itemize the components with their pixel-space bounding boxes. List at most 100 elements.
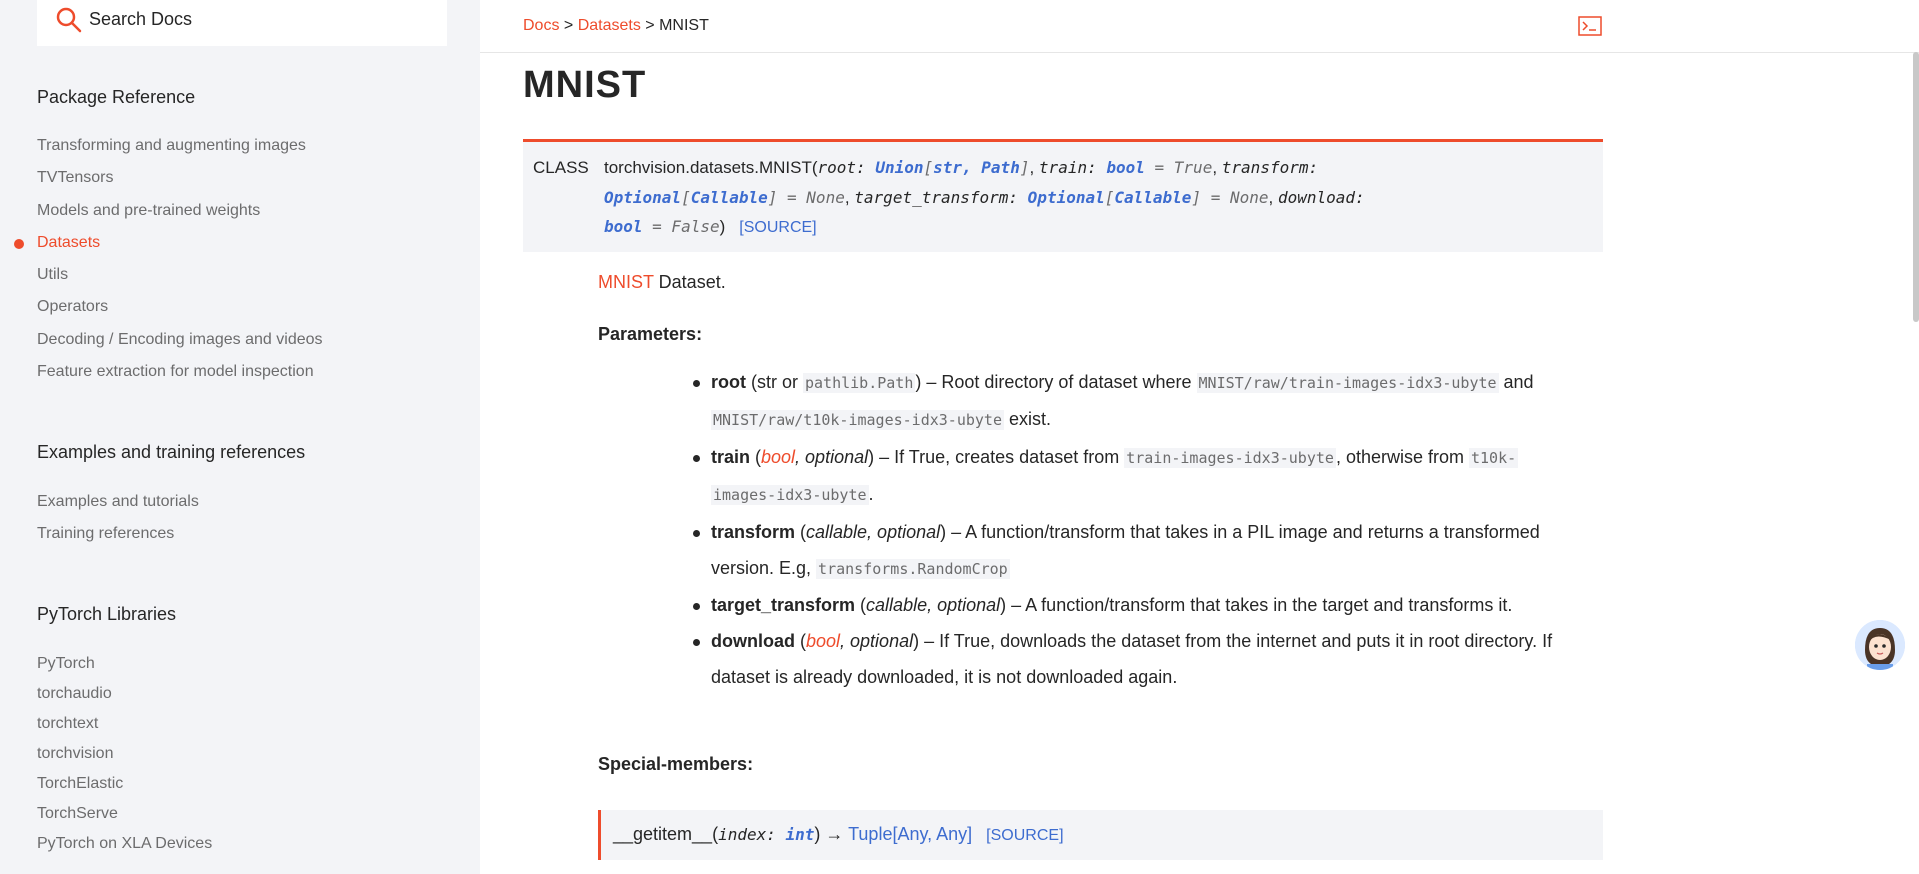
param-root-line2: MNIST/raw/t10k-images-idx3-ubyte exist. (711, 409, 1051, 430)
bullet (693, 603, 700, 610)
param-transform-name: transform (711, 522, 796, 542)
header-divider (480, 52, 1919, 53)
source-link[interactable]: [SOURCE] (739, 219, 816, 236)
sidebar-item-xla[interactable]: PyTorch on XLA Devices (37, 835, 212, 853)
sidebar-item-io[interactable]: Decoding / Encoding images and videos (37, 331, 323, 349)
param-target-transform-name: target_transform (711, 595, 856, 615)
param-target-transform: target_transform (callable, optional) – … (711, 595, 1513, 615)
mnist-link[interactable]: MNIST (598, 272, 654, 292)
member-return-args: [Any, Any] (892, 824, 973, 844)
search-icon (56, 7, 82, 33)
member-arg-type: int (785, 825, 815, 844)
param-root-type: (str or (746, 372, 803, 392)
param-download-name: download (711, 631, 795, 651)
param-transform-code: transforms.RandomCrop (816, 559, 1010, 579)
special-members-heading: Special-members: (598, 754, 754, 774)
member-return-type[interactable]: Tuple (848, 824, 892, 844)
param-download: download (bool, optional) – If True, dow… (711, 631, 1553, 651)
terminal-icon[interactable] (1578, 16, 1602, 36)
param-transform-desc: ) – A function/transform that takes in a… (940, 522, 1540, 542)
breadcrumb-datasets[interactable]: Datasets (578, 17, 641, 34)
breadcrumb-separator: > (563, 17, 574, 34)
param-download-optional: , optional (840, 631, 914, 651)
param-target-transform-type: callable, optional (866, 595, 1001, 615)
param-target-transform-desc: ) – A function/transform that takes in t… (1000, 595, 1513, 615)
param-train-desc: ) – If True, creates dataset from (868, 447, 1125, 467)
sidebar-item-feature-extraction[interactable]: Feature extraction for model inspection (37, 363, 314, 381)
sidebar-item-operators[interactable]: Operators (37, 298, 108, 316)
sidebar-item-examples-tutorials[interactable]: Examples and tutorials (37, 493, 199, 511)
sidebar-heading-examples: Examples and training references (37, 442, 306, 462)
sidebar-heading-package-reference: Package Reference (37, 87, 196, 107)
param-root: root (str or pathlib.Path) – Root direct… (711, 372, 1534, 393)
param-root-and: and (1498, 372, 1534, 392)
breadcrumb-separator: > (645, 17, 655, 34)
param-transform-desc2: version. E.g, (711, 558, 817, 578)
sidebar-item-torchelastic[interactable]: TorchElastic (37, 775, 123, 793)
param-transform-type: callable, optional (806, 522, 941, 542)
member-source-link[interactable]: [SOURCE] (986, 827, 1063, 844)
member-name: __getitem__( (613, 824, 719, 844)
assistant-avatar-icon[interactable] (1855, 620, 1905, 670)
param-train-type-link[interactable]: bool (761, 447, 795, 467)
member-arg: index: (718, 825, 786, 844)
param-transform-line2: version. E.g, transforms.RandomCrop (711, 558, 1010, 579)
sidebar-item-utils[interactable]: Utils (37, 266, 68, 284)
param-root-name: root (711, 372, 746, 392)
bullet (693, 455, 700, 462)
bullet (693, 380, 700, 387)
param-train-code2a: t10k- (1468, 448, 1519, 468)
param-train-name: train (711, 447, 751, 467)
sidebar-item-torchserve[interactable]: TorchServe (37, 805, 118, 823)
param-download-line2: dataset is already downloaded, it is not… (711, 667, 1177, 688)
search-input[interactable]: Search Docs (89, 9, 192, 30)
param-root-end: exist. (1003, 409, 1051, 429)
param-root-desc: ) – Root directory of dataset where (915, 372, 1197, 392)
sidebar-item-datasets[interactable]: Datasets (37, 234, 100, 252)
sidebar-item-pytorch[interactable]: PyTorch (37, 655, 95, 673)
sidebar-item-models[interactable]: Models and pre-trained weights (37, 202, 260, 220)
param-root-type-code: pathlib.Path (803, 373, 916, 393)
breadcrumb-docs[interactable]: Docs (523, 17, 559, 34)
param-train-code1: train-images-idx3-ubyte (1124, 448, 1336, 468)
getitem-text: __getitem__(index: int) → Tuple[Any, Any… (613, 824, 1064, 845)
breadcrumb-current: MNIST (659, 17, 709, 34)
sidebar-item-training-references[interactable]: Training references (37, 525, 174, 543)
getitem-signature: __getitem__(index: int) → Tuple[Any, Any… (598, 810, 1603, 860)
param-download-desc: ) – If True, downloads the dataset from … (913, 631, 1553, 651)
param-train-line2: images-idx3-ubyte. (711, 484, 874, 505)
parameters-heading: Parameters: (598, 324, 703, 344)
bullet (693, 639, 700, 646)
breadcrumb: Docs > Datasets > MNIST (523, 17, 709, 35)
signature-line-3: bool = False) [SOURCE] (604, 217, 817, 236)
param-root-code2: MNIST/raw/t10k-images-idx3-ubyte (711, 410, 1004, 430)
bullet (693, 530, 700, 537)
scrollbar[interactable] (1913, 52, 1919, 322)
signature-line-2: Optional[Callable] = None, target_transf… (604, 188, 1365, 207)
class-name: torchvision.datasets.MNIST( (604, 158, 818, 177)
sidebar-item-transforms[interactable]: Transforming and augmenting images (37, 137, 306, 155)
param-train-end: . (868, 484, 874, 504)
description-text: Dataset. (653, 272, 726, 292)
param-train: train (bool, optional) – If True, create… (711, 447, 1519, 468)
sidebar-item-torchvision[interactable]: torchvision (37, 745, 113, 763)
page-title: MNIST (523, 64, 647, 106)
param-download-type-link[interactable]: bool (806, 631, 840, 651)
sidebar: Search Docs Package Reference Transformi… (0, 0, 480, 874)
sidebar-heading-libraries: PyTorch Libraries (37, 604, 177, 624)
sidebar-item-tvtensors[interactable]: TVTensors (37, 169, 113, 187)
param-train-code2b: images-idx3-ubyte (711, 485, 869, 505)
class-label: CLASS (533, 158, 589, 177)
signature-line-1: torchvision.datasets.MNIST(root: Union[s… (604, 158, 1319, 177)
search-box[interactable]: Search Docs (37, 0, 447, 46)
main-content: Docs > Datasets > MNIST MNIST CLASS torc… (480, 0, 1919, 874)
sidebar-item-torchtext[interactable]: torchtext (37, 715, 98, 733)
member-close: ) → (814, 824, 849, 844)
param-transform: transform (callable, optional) – A funct… (711, 522, 1540, 542)
param-train-mid: , otherwise from (1335, 447, 1469, 467)
param-train-optional: , optional (795, 447, 869, 467)
class-signature: CLASS torchvision.datasets.MNIST(root: U… (523, 139, 1603, 252)
param-root-code1: MNIST/raw/train-images-idx3-ubyte (1196, 373, 1499, 393)
sidebar-item-torchaudio[interactable]: torchaudio (37, 685, 112, 703)
active-indicator (14, 239, 24, 249)
